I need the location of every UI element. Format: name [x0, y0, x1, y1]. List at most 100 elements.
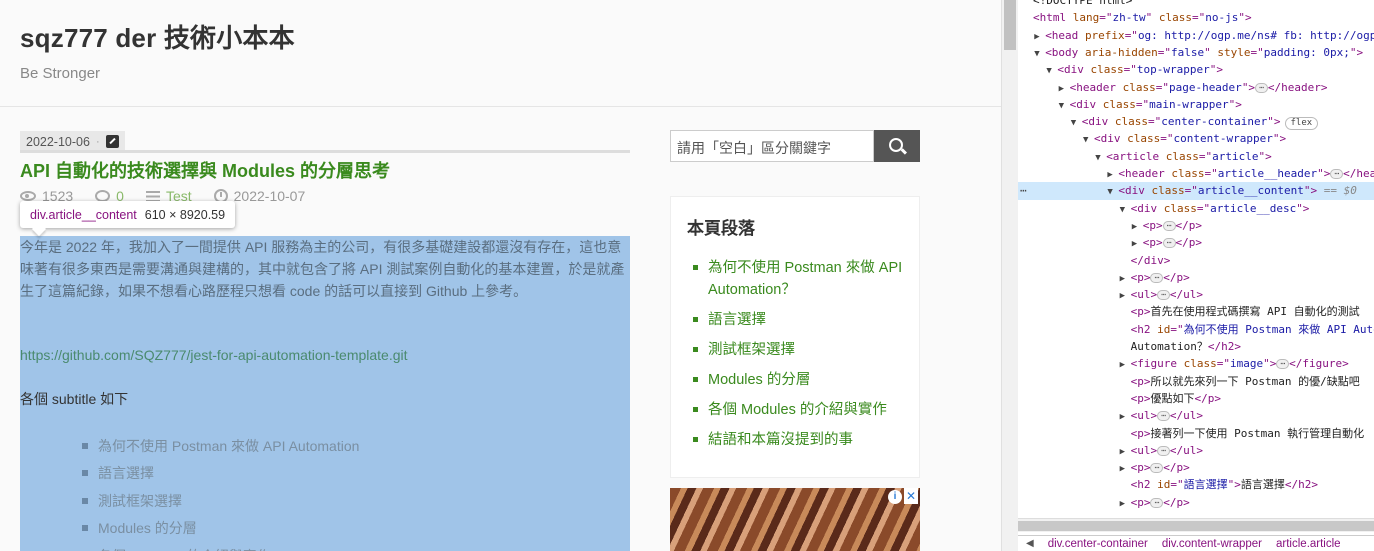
- collapsed-ellipsis[interactable]: ⋯: [1150, 272, 1164, 283]
- collapsed-ellipsis[interactable]: ⋯: [1330, 169, 1344, 179]
- list-item: 測試框架選擇: [82, 487, 359, 515]
- dom-node[interactable]: </div>: [1018, 252, 1374, 269]
- markup-token: <p>: [1130, 426, 1151, 440]
- collapsed-ellipsis[interactable]: ⋯: [1255, 82, 1268, 93]
- dom-node[interactable]: ▼ <body aria-hidden="false" style="paddin…: [1018, 44, 1374, 61]
- site-title[interactable]: sqz777 der 技術小本本: [20, 18, 295, 55]
- github-link[interactable]: https://github.com/SQZ777/jest-for-api-a…: [20, 344, 408, 366]
- markup-token: <ul>: [1130, 409, 1158, 423]
- breadcrumb-item[interactable]: article.article: [1276, 538, 1341, 550]
- edit-icon[interactable]: [105, 135, 119, 148]
- devtools-scroll-thumb[interactable]: [1018, 521, 1374, 531]
- toc-item[interactable]: Modules 的分層: [693, 369, 913, 391]
- collapsed-ellipsis[interactable]: ⋯: [1157, 411, 1170, 422]
- dom-node[interactable]: ▼ <div class="article__desc">: [1018, 200, 1374, 217]
- dom-node[interactable]: <h2 id="語言選擇">語言選擇</h2>: [1018, 476, 1374, 493]
- dom-node[interactable]: <p>優點如下</p>: [1018, 390, 1374, 407]
- list-item: Modules 的分層: [82, 515, 359, 543]
- markup-token: <p>: [1142, 236, 1163, 250]
- markup-token: </div>: [1130, 253, 1171, 267]
- dom-node[interactable]: ▶ <ul> ⋯ </ul>: [1018, 407, 1374, 424]
- toc-item[interactable]: 語言選擇: [693, 309, 913, 331]
- collapsed-ellipsis[interactable]: ⋯: [1162, 238, 1176, 249]
- markup-token: </h2>: [1207, 340, 1241, 353]
- markup-token: <!DOCTYPE html>: [1033, 0, 1133, 7]
- dom-node[interactable]: <p>所以就先來列一下 Postman 的優/缺點吧: [1018, 373, 1374, 390]
- ad-close-icon[interactable]: ✕: [904, 488, 918, 504]
- markup-token: <ul>: [1130, 443, 1158, 457]
- dom-node[interactable]: ▶ <p> ⋯ </p>: [1018, 234, 1374, 251]
- toc-panel: 本頁段落 為何不使用 Postman 來做 API Automation？ 語言…: [670, 196, 920, 478]
- dom-node[interactable]: ▶ <p> ⋯ </p>: [1018, 269, 1374, 286]
- dom-node[interactable]: ▶ <p> ⋯ </p>: [1018, 217, 1374, 234]
- dom-node-selected[interactable]: ⋯ ▼ <div class="article__content"> == $0: [1018, 182, 1374, 200]
- markup-token: no-js: [1205, 11, 1239, 25]
- markup-token: <h2: [1130, 478, 1158, 492]
- dom-node[interactable]: Automation？</h2>: [1018, 338, 1374, 355]
- collapsed-ellipsis[interactable]: ⋯: [1276, 359, 1290, 370]
- dom-node[interactable]: ▼ <div class="top-wrapper">: [1018, 61, 1374, 78]
- markup-token: </ul>: [1169, 288, 1204, 302]
- flex-badge[interactable]: flex: [1284, 117, 1319, 131]
- search-input[interactable]: 請用「空白」區分關鍵字: [670, 130, 874, 162]
- markup-token: =": [1192, 11, 1206, 25]
- dom-node[interactable]: ▼ <div class="content-wrapper">: [1018, 130, 1374, 147]
- markup-token: </ul>: [1169, 443, 1204, 457]
- ad-info-icon[interactable]: i: [888, 490, 902, 504]
- dom-node[interactable]: ▶ <figure class="image"> ⋯ </figure>: [1018, 355, 1374, 372]
- markup-token: center-container: [1161, 115, 1268, 129]
- dom-node[interactable]: <html lang="zh-tw" class="no-js">: [1018, 9, 1374, 26]
- collapsed-ellipsis[interactable]: ⋯: [1162, 220, 1176, 231]
- node-actions-icon[interactable]: ⋯: [1020, 182, 1027, 199]
- collapsed-ellipsis[interactable]: ⋯: [1157, 445, 1170, 456]
- collapsed-ellipsis[interactable]: ⋯: [1150, 463, 1164, 474]
- breadcrumb-item[interactable]: div.center-container: [1048, 538, 1148, 550]
- markup-token: page-header: [1168, 80, 1242, 94]
- dom-node[interactable]: ▶<header class="article__header">⋯</head…: [1018, 165, 1374, 182]
- markup-token: =": [1184, 184, 1198, 198]
- markup-token: <html: [1033, 11, 1073, 25]
- markup-token: <div: [1094, 132, 1128, 146]
- markup-token: <head: [1045, 28, 1085, 42]
- post-title[interactable]: API 自動化的技術選擇與 Modules 的分層思考: [20, 157, 390, 183]
- dom-node[interactable]: ▶ <head prefix="og: http://ogp.me/ns# fb:…: [1018, 27, 1374, 44]
- dom-node[interactable]: ▶ <ul> ⋯ </ul>: [1018, 286, 1374, 303]
- ad-banner[interactable]: i ✕: [670, 488, 920, 551]
- markup-token: <p>: [1130, 391, 1151, 405]
- toc-item[interactable]: 各個 Modules 的介紹與實作: [693, 399, 913, 421]
- markup-token: <div: [1069, 97, 1103, 111]
- toc-item[interactable]: 為何不使用 Postman 來做 API Automation？: [693, 257, 913, 301]
- dom-node[interactable]: ▶ <ul> ⋯ </ul>: [1018, 442, 1374, 459]
- markup-token: <div: [1130, 201, 1164, 215]
- dom-node[interactable]: <h2 id="為何不使用 Postman 來做 API Automation"…: [1018, 321, 1374, 338]
- collapsed-ellipsis[interactable]: ⋯: [1157, 290, 1170, 301]
- dom-node[interactable]: <p>接著列一下使用 Postman 執行管理自動化: [1018, 425, 1374, 442]
- toc-title: 本頁段落: [687, 219, 755, 238]
- breadcrumb-left-icon[interactable]: ◀: [1026, 538, 1034, 549]
- markup-token: class: [1183, 357, 1217, 371]
- markup-token: <p>: [1130, 374, 1151, 388]
- markup-token: false: [1171, 45, 1205, 59]
- markup-token: 首先在使用程式碼撰寫 API 自動化的測試: [1150, 305, 1360, 319]
- toc-item[interactable]: 測試框架選擇: [693, 339, 913, 361]
- markup-token: ">: [1349, 45, 1364, 59]
- dom-node[interactable]: <p>首先在使用程式碼撰寫 API 自動化的測試: [1018, 303, 1374, 320]
- markup-token: =": [1099, 11, 1113, 25]
- expand-triangle-icon[interactable]: ▶: [1120, 496, 1131, 513]
- page-scroll-thumb[interactable]: [1004, 0, 1016, 50]
- search-button[interactable]: [874, 130, 920, 162]
- markup-token: </p>: [1163, 461, 1190, 475]
- dom-node[interactable]: ▶ <header class="page-header"> ⋯ </header>: [1018, 79, 1374, 96]
- page-scrollbar[interactable]: [1001, 0, 1018, 551]
- devtools-horizontal-scrollbar[interactable]: [1018, 518, 1374, 532]
- dom-node[interactable]: ▶ <p> ⋯ </p>: [1018, 459, 1374, 476]
- breadcrumb-item[interactable]: div.content-wrapper: [1162, 538, 1262, 550]
- dom-node[interactable]: ▶ <p> ⋯ </p>: [1018, 494, 1374, 511]
- dom-node[interactable]: ▼ <div class="center-container"> flex: [1018, 113, 1374, 131]
- markup-token: <div: [1081, 115, 1115, 129]
- dom-node[interactable]: ▼ <div class="main-wrapper">: [1018, 96, 1374, 113]
- toc-item[interactable]: 結語和本篇沒提到的事: [693, 429, 913, 451]
- dom-node[interactable]: <!DOCTYPE html>: [1018, 0, 1374, 9]
- collapsed-ellipsis[interactable]: ⋯: [1150, 497, 1164, 508]
- dom-node[interactable]: ▼ <article class="article">: [1018, 148, 1374, 165]
